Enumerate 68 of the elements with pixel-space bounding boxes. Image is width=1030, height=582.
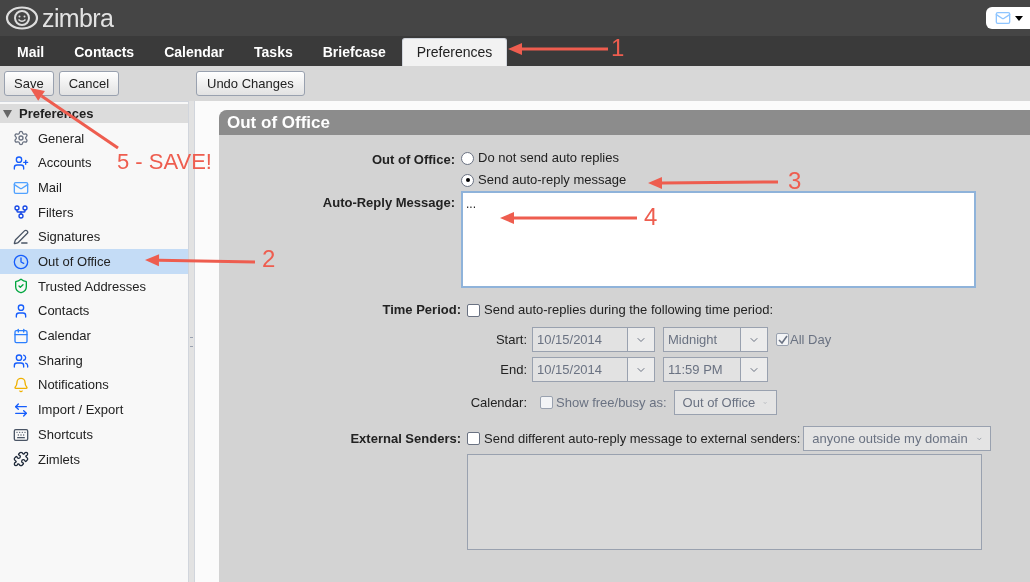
annotation-label: 2 — [262, 247, 276, 271]
toolbar-button[interactable]: Cancel — [58, 71, 120, 96]
field-label: Start: — [494, 330, 527, 349]
radio-label: Send auto-reply message — [478, 171, 627, 190]
caret-icon — [1015, 15, 1023, 21]
sidebar-item[interactable]: Shortcuts — [0, 422, 97, 447]
fork-icon — [13, 204, 29, 221]
checkbox-label: Send different auto-reply message to external senders: — [484, 429, 801, 448]
radio-button[interactable] — [461, 173, 474, 187]
dropdown[interactable]: anyone outside my domain — [803, 426, 992, 451]
checkbox-label: Send auto-replies during the following time period: — [484, 301, 774, 320]
radio-button[interactable] — [461, 151, 474, 165]
field-label: Time Period: — [381, 301, 462, 320]
dropdown[interactable]: Out of Office — [673, 390, 777, 415]
mail-button[interactable] — [986, 7, 1030, 29]
sidebar-item[interactable]: Mail — [0, 175, 66, 201]
toolbar-button[interactable]: Save — [4, 71, 54, 96]
person-plus-icon — [13, 155, 29, 172]
radio-label: Do not send auto replies — [478, 149, 619, 168]
puzzle-icon — [13, 451, 29, 468]
annotation-label: 3 — [788, 169, 802, 193]
sidebar-item[interactable]: Zimlets — [0, 446, 84, 472]
bell-icon — [13, 377, 29, 394]
field-label: External Senders: — [349, 429, 462, 448]
app-tab[interactable]: Calendar — [150, 38, 239, 66]
toolbar-button[interactable]: Undo Changes — [196, 71, 305, 96]
sidebar-item[interactable]: Trusted Addresses — [0, 274, 150, 299]
sidebar-item[interactable]: Accounts — [0, 150, 96, 176]
checkbox[interactable] — [467, 432, 480, 445]
logo-icon — [5, 5, 39, 31]
annotation-label: 4 — [644, 205, 658, 229]
app-tab[interactable]: Contacts — [60, 38, 149, 66]
annotation-label: 1 — [611, 36, 625, 60]
sidebar-item[interactable]: Notifications — [0, 372, 113, 398]
people-icon — [13, 352, 29, 369]
field-label: Out of Office: — [370, 151, 456, 169]
person-icon — [13, 303, 29, 320]
app-tab[interactable]: Mail — [3, 38, 59, 66]
app-tab[interactable]: Tasks — [240, 38, 307, 66]
sidebar-item[interactable]: Signatures — [0, 224, 105, 250]
sidebar-item[interactable]: Filters — [0, 200, 78, 225]
field-label: End: — [499, 360, 527, 379]
shield-check-icon — [13, 278, 29, 295]
calendar-icon — [13, 327, 29, 344]
arrows-icon — [13, 401, 29, 418]
sidebar-item[interactable]: Import / Export — [0, 397, 128, 423]
pen-icon — [13, 229, 29, 246]
checkbox-label: Show free/busy as: — [556, 393, 667, 412]
gear-icon — [13, 130, 29, 147]
logo-text: zimbra — [42, 5, 114, 31]
clock-icon — [13, 253, 29, 270]
app-tab[interactable]: Briefcase — [308, 38, 400, 66]
field-label: Calendar: — [469, 393, 527, 412]
app-tab[interactable]: Preferences — [401, 38, 508, 66]
sidebar-item[interactable]: Sharing — [0, 348, 87, 373]
sidebar-item[interactable]: General — [0, 126, 89, 151]
envelope-icon — [13, 179, 29, 196]
envelope-icon — [995, 10, 1011, 26]
checkbox-label: All Day — [790, 330, 832, 349]
sidebar-item[interactable]: Out of Office — [0, 249, 188, 275]
panel-title: Out of Office — [219, 110, 1030, 135]
keyboard-icon — [13, 426, 29, 443]
checkbox[interactable] — [467, 303, 480, 317]
collapse-triangle-icon — [3, 109, 12, 118]
sidebar-item[interactable]: Contacts — [0, 298, 94, 324]
field-label: Auto-Reply Message: — [321, 194, 456, 212]
sidebar-item[interactable]: Calendar — [0, 323, 95, 349]
annotation-label: 5 - SAVE! — [117, 151, 212, 173]
